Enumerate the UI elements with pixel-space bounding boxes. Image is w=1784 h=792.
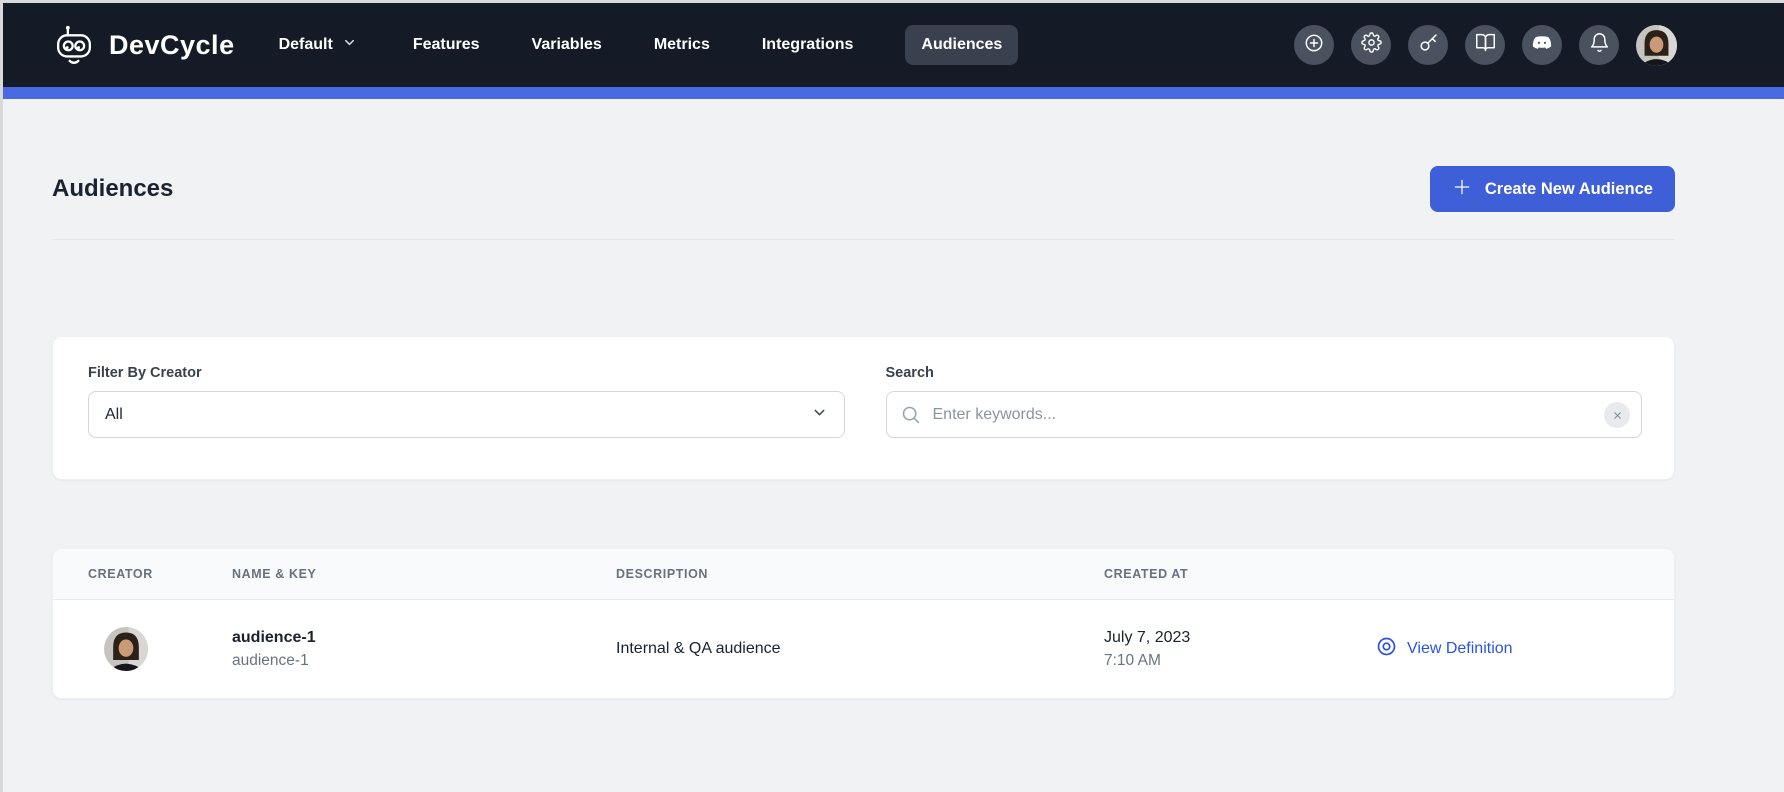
creator-filter-select[interactable]: All (88, 391, 845, 438)
description-cell: Internal & QA audience (616, 640, 1104, 658)
settings-button[interactable] (1351, 25, 1391, 65)
creator-filter-group: Filter By Creator All (88, 365, 845, 479)
book-open-icon (1475, 32, 1496, 58)
search-group: Search (886, 365, 1643, 479)
add-button[interactable] (1294, 25, 1334, 65)
main-content: Audiences Create New Audience Filter By … (3, 99, 1784, 699)
column-header-description: DESCRIPTION (616, 567, 1104, 581)
user-avatar[interactable] (1636, 25, 1677, 66)
nav-item-features[interactable]: Features (413, 25, 480, 65)
view-definition-label: View Definition (1407, 640, 1513, 658)
app-window: DevCycle Default Features Variables Metr… (0, 0, 1784, 792)
created-time: 7:10 AM (1104, 652, 1375, 670)
docs-button[interactable] (1465, 25, 1505, 65)
name-key-cell: audience-1 audience-1 (232, 629, 616, 670)
devcycle-robot-icon (52, 23, 96, 67)
top-navbar: DevCycle Default Features Variables Metr… (3, 3, 1784, 87)
actions-cell: View Definition (1375, 635, 1674, 663)
chevron-down-icon (342, 35, 357, 55)
project-selector-label: Default (279, 36, 333, 54)
page-title: Audiences (52, 175, 173, 203)
creator-avatar (104, 627, 148, 671)
gear-icon (1361, 32, 1382, 58)
notifications-button[interactable] (1579, 25, 1619, 65)
table-row: audience-1 audience-1 Internal & QA audi… (53, 600, 1674, 698)
nav-item-audiences[interactable]: Audiences (905, 25, 1018, 65)
eye-icon (1375, 635, 1398, 663)
bell-icon (1589, 32, 1610, 58)
audience-key: audience-1 (232, 652, 616, 670)
nav-item-metrics[interactable]: Metrics (654, 25, 710, 65)
api-keys-button[interactable] (1408, 25, 1448, 65)
creator-filter-label: Filter By Creator (88, 365, 845, 381)
header-divider (52, 239, 1675, 240)
search-label: Search (886, 365, 1643, 381)
plus-icon (1452, 177, 1472, 202)
create-new-audience-label: Create New Audience (1485, 180, 1653, 199)
creator-filter-value: All (105, 406, 123, 424)
chevron-down-icon (811, 404, 828, 426)
column-header-name-key: NAME & KEY (232, 567, 616, 581)
audience-name: audience-1 (232, 629, 616, 647)
column-header-created-at: CREATED AT (1104, 567, 1375, 581)
search-input[interactable] (886, 391, 1643, 438)
created-at-cell: July 7, 2023 7:10 AM (1104, 629, 1375, 670)
discord-button[interactable] (1522, 25, 1562, 65)
column-header-creator: CREATOR (88, 567, 232, 581)
nav-item-integrations[interactable]: Integrations (762, 25, 854, 65)
audiences-table: CREATOR NAME & KEY DESCRIPTION CREATED A… (52, 548, 1675, 699)
filter-card: Filter By Creator All Search (52, 336, 1675, 480)
navbar-icon-buttons (1294, 25, 1677, 66)
main-nav: Features Variables Metrics Integrations … (413, 25, 1019, 65)
clear-search-button[interactable] (1604, 402, 1630, 428)
nav-item-variables[interactable]: Variables (532, 25, 602, 65)
create-new-audience-button[interactable]: Create New Audience (1430, 166, 1675, 212)
view-definition-link[interactable]: View Definition (1375, 635, 1674, 663)
plus-circle-icon (1303, 32, 1325, 59)
project-selector-dropdown[interactable]: Default (279, 35, 357, 55)
discord-icon (1531, 32, 1553, 59)
created-date: July 7, 2023 (1104, 629, 1375, 647)
creator-cell (88, 627, 232, 671)
brand-name: DevCycle (109, 30, 235, 61)
accent-bar (3, 87, 1784, 99)
page-header: Audiences Create New Audience (52, 99, 1675, 212)
table-header-row: CREATOR NAME & KEY DESCRIPTION CREATED A… (53, 549, 1674, 600)
key-icon (1418, 32, 1439, 58)
brand-logo[interactable]: DevCycle (52, 23, 235, 67)
